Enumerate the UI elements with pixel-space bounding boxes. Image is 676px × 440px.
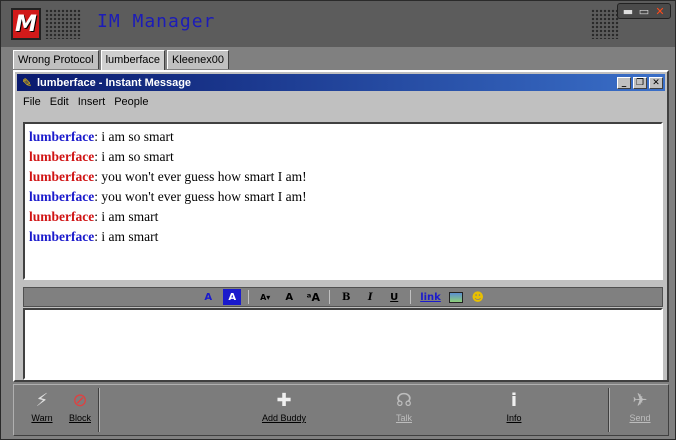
im-window-title: lumberface - Instant Message bbox=[37, 76, 192, 89]
warn-icon: ⚡ bbox=[35, 390, 49, 411]
minimize-icon[interactable]: ▬ bbox=[621, 5, 635, 18]
message-sender: lumberface bbox=[29, 209, 95, 224]
action-divider bbox=[98, 388, 100, 432]
menu-file[interactable]: File bbox=[23, 96, 41, 108]
app-header[interactable]: M IM Manager ▬ ▭ ✕ bbox=[1, 1, 675, 47]
send-icon: ✈ bbox=[632, 390, 648, 411]
app-title: IM Manager bbox=[97, 11, 216, 32]
message-line: lumberface: i am so smart bbox=[29, 147, 657, 167]
message-text: : i am so smart bbox=[94, 129, 174, 144]
tab-wrong-protocol[interactable]: Wrong Protocol bbox=[13, 50, 99, 69]
send-label: Send bbox=[629, 413, 651, 423]
message-line: lumberface: i am so smart bbox=[29, 127, 657, 147]
action-bar: ⚡ Warn ⊘ Block ✚ Add Buddy ☊ Talk i Info… bbox=[13, 384, 669, 436]
app-logo: M bbox=[11, 8, 41, 40]
tab-lumberface[interactable]: lumberface bbox=[100, 50, 166, 70]
add-buddy-label: Add Buddy bbox=[261, 413, 307, 423]
tab-kleenex00[interactable]: Kleenex00 bbox=[167, 50, 230, 69]
action-divider bbox=[608, 388, 610, 432]
add-buddy-button[interactable]: ✚ Add Buddy bbox=[256, 389, 312, 431]
message-sender: lumberface bbox=[29, 189, 95, 204]
message-sender: lumberface bbox=[29, 229, 95, 244]
underline-button[interactable]: U bbox=[385, 289, 403, 305]
toolbar-divider bbox=[329, 290, 331, 304]
message-sender: lumberface bbox=[29, 149, 95, 164]
background-color-button[interactable]: A bbox=[223, 289, 242, 305]
window-controls: ▬ ▭ ✕ bbox=[617, 3, 671, 19]
format-toolbar: A A A▾ A ᵃA B I U link ☻ bbox=[23, 287, 663, 307]
normal-text-button[interactable]: A bbox=[280, 289, 298, 305]
talk-button[interactable]: ☊ Talk bbox=[382, 389, 426, 431]
message-sender: lumberface bbox=[29, 129, 95, 144]
instant-message-window: ✎ lumberface - Instant Message _ ❐ ✕ Fil… bbox=[13, 70, 669, 382]
conversation-log[interactable]: lumberface: i am so smart lumberface: i … bbox=[23, 122, 663, 280]
block-button[interactable]: ⊘ Block bbox=[58, 389, 102, 431]
info-label: Info bbox=[506, 413, 522, 423]
smiley-icon[interactable]: ☻ bbox=[469, 289, 487, 305]
talk-label: Talk bbox=[395, 413, 412, 423]
warn-label: Warn bbox=[31, 413, 53, 423]
menu-people[interactable]: People bbox=[114, 96, 148, 108]
message-text: : i am so smart bbox=[94, 149, 174, 164]
italic-button[interactable]: I bbox=[361, 289, 379, 305]
smaller-text-button[interactable]: A▾ bbox=[256, 289, 274, 305]
block-icon: ⊘ bbox=[72, 390, 88, 411]
menubar: File Edit Insert People bbox=[23, 96, 157, 108]
toolbar-divider bbox=[410, 290, 412, 304]
menu-insert[interactable]: Insert bbox=[78, 96, 106, 108]
drag-grip-right[interactable] bbox=[591, 9, 619, 39]
close-icon[interactable]: ✕ bbox=[653, 5, 667, 18]
message-line: lumberface: i am smart bbox=[29, 207, 657, 227]
app-window: M IM Manager ▬ ▭ ✕ Wrong Protocol lumber… bbox=[0, 0, 676, 440]
add-buddy-icon: ✚ bbox=[276, 390, 292, 411]
block-label: Block bbox=[68, 413, 91, 423]
message-line: lumberface: i am smart bbox=[29, 227, 657, 247]
conversation-tabs: Wrong Protocol lumberface Kleenex00 bbox=[13, 50, 231, 70]
maximize-icon[interactable]: ▭ bbox=[637, 5, 651, 18]
message-text: : you won't ever guess how smart I am! bbox=[94, 169, 307, 184]
text-color-button[interactable]: A bbox=[199, 289, 217, 305]
message-compose-input[interactable] bbox=[23, 308, 663, 380]
bold-button[interactable]: B bbox=[337, 289, 355, 305]
insert-link-button[interactable]: link bbox=[418, 289, 443, 305]
message-text: : you won't ever guess how smart I am! bbox=[94, 189, 307, 204]
im-titlebar[interactable]: ✎ lumberface - Instant Message _ ❐ ✕ bbox=[17, 74, 665, 91]
talk-icon: ☊ bbox=[396, 390, 412, 411]
message-sender: lumberface bbox=[29, 169, 95, 184]
send-button[interactable]: ✈ Send bbox=[618, 389, 662, 431]
insert-image-icon[interactable] bbox=[448, 291, 463, 303]
message-line: lumberface: you won't ever guess how sma… bbox=[29, 187, 657, 207]
message-line: lumberface: you won't ever guess how sma… bbox=[29, 167, 657, 187]
message-text: : i am smart bbox=[94, 229, 159, 244]
im-close-icon[interactable]: ✕ bbox=[649, 76, 663, 89]
drag-grip-left[interactable] bbox=[45, 9, 81, 39]
toolbar-divider bbox=[248, 290, 250, 304]
info-icon: i bbox=[510, 390, 518, 411]
message-text: : i am smart bbox=[94, 209, 159, 224]
menu-edit[interactable]: Edit bbox=[50, 96, 69, 108]
im-minimize-icon[interactable]: _ bbox=[617, 76, 631, 89]
larger-text-button[interactable]: ᵃA bbox=[304, 289, 322, 305]
im-restore-icon[interactable]: ❐ bbox=[633, 76, 647, 89]
info-button[interactable]: i Info bbox=[492, 389, 536, 431]
chat-icon: ✎ bbox=[21, 75, 33, 90]
